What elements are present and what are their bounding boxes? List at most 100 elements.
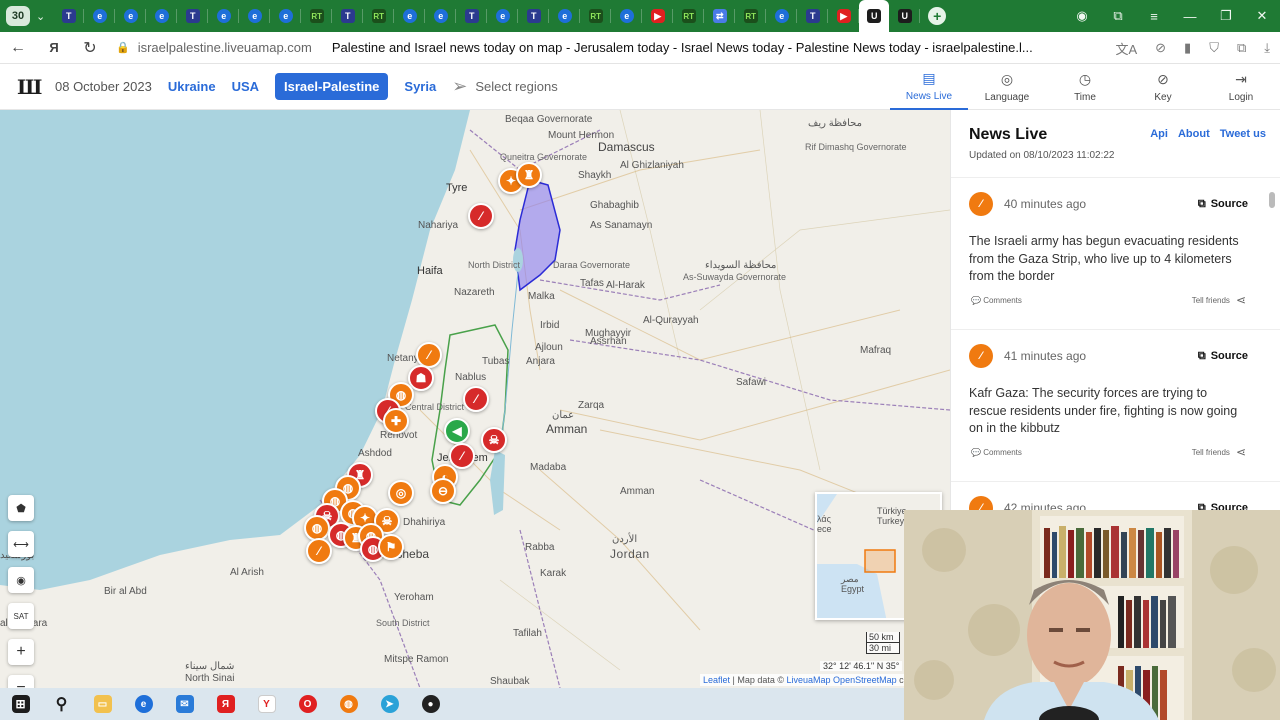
browser-tab[interactable]: RT [363,0,395,32]
browser-tab[interactable]: T [177,0,209,32]
news-scrollbar[interactable] [1268,178,1276,510]
region-ukraine[interactable]: Ukraine [168,79,216,94]
reload-button[interactable]: ↻ [72,38,108,58]
shield-icon[interactable]: ⛉ [1209,40,1219,56]
browser-tab[interactable]: e [239,0,271,32]
browser-tab[interactable]: e [549,0,581,32]
bookmark-icon[interactable]: ▮ [1184,40,1191,56]
browser-tab[interactable]: T [53,0,85,32]
news-item-time[interactable]: 41 minutes ago [1004,349,1086,363]
translate-icon[interactable]: 文A [1115,39,1137,58]
browser-tab[interactable]: RT [735,0,767,32]
current-date[interactable]: 08 October 2023 [55,79,152,94]
browser-tab[interactable]: e [394,0,426,32]
browser-tab[interactable]: ▶ [828,0,860,32]
taskbar-edge[interactable]: e [123,688,164,720]
collections-icon[interactable]: ⧉ [1100,8,1136,24]
hide-layer-button[interactable]: ◉ [8,567,34,593]
browser-tab[interactable]: e [84,0,116,32]
taskbar-telegram[interactable]: ➤ [369,688,410,720]
tweet-us-link[interactable]: Tweet us [1220,128,1266,140]
tab[interactable]: U [889,0,921,32]
menu-language[interactable]: ◎ Language [968,64,1046,110]
zoom-out-button[interactable]: − [8,675,34,688]
browser-tab[interactable]: e [270,0,302,32]
browser-tab[interactable]: T [797,0,829,32]
search-button[interactable]: ⚲ [41,688,82,720]
event-marker-roadblock[interactable]: ⊖ [430,478,456,504]
chevron-down-icon[interactable]: ⌄ [36,10,45,23]
news-item[interactable]: ⁄ 42 minutes ago ⧉ Source [951,482,1280,510]
menu-news-live[interactable]: ▤ News Live [890,64,968,110]
minimize-button[interactable]: — [1172,9,1208,24]
zoom-in-button[interactable]: + [8,639,34,665]
event-marker-casualty[interactable]: ☠ [481,427,507,453]
profile-icon[interactable]: ◉ [1064,8,1100,24]
taskbar-yandex[interactable]: Я [205,688,246,720]
new-tab-button[interactable]: + [928,7,947,25]
taskbar-obs[interactable]: ● [410,688,451,720]
event-marker-medical[interactable]: ✚ [383,408,409,434]
source-link[interactable]: ⧉ Source [1198,350,1248,363]
browser-tab[interactable]: e [487,0,519,32]
event-marker-gunfire[interactable]: ⁄ [468,203,494,229]
map-view[interactable]: Beqaa Governorate Mount Hermon Damascus … [0,110,950,688]
browser-tab[interactable]: e [208,0,240,32]
select-regions-button[interactable]: ➢ Select regions [452,76,557,97]
region-israel-palestine[interactable]: Israel-Palestine [275,73,389,100]
restore-button[interactable]: ❐ [1208,8,1244,24]
taskbar-firefox[interactable]: ◍ [328,688,369,720]
yandex-icon[interactable]: Я [36,40,72,55]
browser-tab[interactable]: e [425,0,457,32]
start-button[interactable]: ⊞ [0,688,41,720]
browser-tab[interactable]: ▶ [642,0,674,32]
satellite-toggle[interactable]: SAT [8,603,34,629]
menu-time[interactable]: ◷ Time [1046,64,1124,110]
event-marker-gunfire[interactable]: ⁄ [306,538,332,564]
taskbar-yandex-browser[interactable]: Y [246,688,287,720]
event-marker-announcement[interactable]: ◀ [444,418,470,444]
api-link[interactable]: Api [1150,128,1168,140]
browser-tab[interactable]: T [456,0,488,32]
news-item[interactable]: ⁄ 41 minutes ago ⧉ Source Kafr Gaza: The … [951,330,1280,482]
browser-tab[interactable]: T [518,0,550,32]
about-link[interactable]: About [1178,128,1210,140]
browser-tab[interactable]: T [332,0,364,32]
taskbar-mail[interactable]: ✉ [164,688,205,720]
news-item[interactable]: ⁄ 40 minutes ago ⧉ Source The Israeli arm… [951,178,1280,330]
news-item-time[interactable]: 40 minutes ago [1004,197,1086,211]
attribution-link[interactable]: LiveuaMap OpenStreetMap [787,675,897,685]
lock-icon[interactable]: 🔒 [116,41,130,54]
event-marker-gunfire[interactable]: ⁄ [449,443,475,469]
browser-tab[interactable]: e [146,0,178,32]
browser-tab[interactable]: ⇄ [704,0,736,32]
browser-tab[interactable]: e [766,0,798,32]
scrollbar-thumb[interactable] [1269,192,1275,208]
menu-icon[interactable]: ≡ [1136,9,1172,24]
menu-login[interactable]: ⇥ Login [1202,64,1280,110]
tab-count-badge[interactable]: 30 [6,6,30,26]
region-usa[interactable]: USA [232,79,259,94]
tell-friends-link[interactable]: Tell friends ⋖ [1192,445,1246,459]
back-button[interactable]: ← [0,39,36,57]
download-icon[interactable]: ⤓ [1264,40,1270,56]
leaflet-link[interactable]: Leaflet [703,675,730,685]
event-marker-gunfire[interactable]: ⁄ [463,386,489,412]
news-item-time[interactable]: 42 minutes ago [1004,501,1086,510]
source-link[interactable]: ⧉ Source [1198,502,1248,511]
event-marker[interactable]: ⚑ [378,534,404,560]
extensions-icon[interactable]: ⧉ [1237,40,1246,56]
comments-link[interactable]: 💬 Comments [971,448,1022,457]
browser-tab[interactable]: RT [301,0,333,32]
url-field[interactable]: israelpalestine.liveuamap.com [138,40,312,55]
taskbar-opera[interactable]: O [287,688,328,720]
taskbar-explorer[interactable]: ▭ [82,688,123,720]
region-syria[interactable]: Syria [404,79,436,94]
liveuamap-logo[interactable]: Ш [17,75,42,99]
event-marker[interactable]: ♜ [516,162,542,188]
browser-tab[interactable]: e [611,0,643,32]
menu-key[interactable]: ⊘ Key [1124,64,1202,110]
browser-tab[interactable]: RT [673,0,705,32]
browser-tab[interactable]: RT [580,0,612,32]
source-link[interactable]: ⧉ Source [1198,198,1248,211]
